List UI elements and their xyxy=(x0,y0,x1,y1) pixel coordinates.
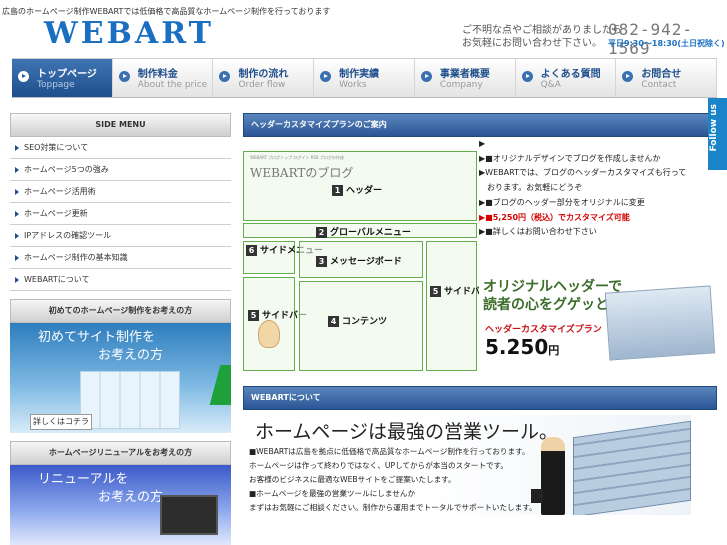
nav-label: よくある質問 xyxy=(540,69,601,80)
site-logo[interactable]: WEBART xyxy=(44,16,214,51)
diagram-content-area: 4 コンテンツ xyxy=(299,281,423,371)
sample-blog-screenshot xyxy=(604,285,716,361)
arrow-right-icon xyxy=(320,71,332,82)
arrow-right-icon xyxy=(521,71,533,82)
avatar-icon xyxy=(258,320,280,348)
global-nav: トップページ Toppage 制作料金 About the price 制作の流… xyxy=(12,58,718,98)
news-line: ▶ xyxy=(479,139,486,148)
section-heading-about: WEBARTについて xyxy=(243,386,717,410)
site-header: 広島のホームページ制作WEBARTでは低価格で高品質なホームページ制作を行ってお… xyxy=(0,0,727,58)
diagram-sidemenu-area: 6 サイドメニュー xyxy=(243,241,323,274)
sidebar-item-usage[interactable]: ホームページ活用術 xyxy=(10,181,231,203)
website-screens-collage xyxy=(573,420,691,515)
nav-label: 制作料金 xyxy=(137,69,178,80)
diagram-label-header: 1 ヘッダー xyxy=(332,183,382,196)
banner-first-heading: 初めてのホームページ制作をお考えの方 xyxy=(10,299,231,323)
nav-label: お問合せ xyxy=(641,69,682,80)
diagram-globalnav-area: 2 グローバルメニュー xyxy=(243,223,477,238)
nav-sublabel: Company xyxy=(439,80,483,90)
nav-item-toppage[interactable]: トップページ Toppage xyxy=(12,59,113,97)
banner-title: 初めてサイト制作を お考えの方 xyxy=(38,329,163,365)
about-body-text: ■WEBARTは広島を拠点に低価格で高品質なホームページ制作を行っております。 … xyxy=(249,445,539,515)
body-line: まずはお気軽にご相談ください。制作から運用までトータルでサポートいたします。 xyxy=(249,503,537,512)
nav-item-company[interactable]: 事業者概要 Company xyxy=(415,59,516,97)
news-line: ▶■オリジナルデザインでブログを作成しませんか xyxy=(479,153,661,163)
follow-us-label: Follow us xyxy=(709,104,719,152)
blog-title: WEBARTのブログ xyxy=(250,166,354,180)
news-line: ▶WEBARTでは、ブログのヘッダーカスタマイズも行って xyxy=(479,168,687,178)
nav-sublabel: Toppage xyxy=(37,80,75,90)
nav-label: 事業者概要 xyxy=(439,69,490,80)
business-hours: 平日9:30〜18:30(土日祝除く) xyxy=(608,39,725,48)
banner-title-line-2: お考えの方 xyxy=(98,348,164,363)
banner-first-site[interactable]: 初めてサイト制作を お考えの方 詳しくはコチラ xyxy=(10,323,231,433)
arrow-right-icon xyxy=(219,71,231,82)
body-line: ホームページは作って終わりではなく、UPしてからが本当のスタートです。 xyxy=(249,461,508,470)
diagram-label-globalnav: 2 グローバルメニュー xyxy=(316,225,411,238)
nav-item-flow[interactable]: 制作の流れ Order flow xyxy=(213,59,315,97)
diagram-message-area: 3 メッセージボード xyxy=(299,241,423,278)
arrow-right-icon xyxy=(118,71,130,82)
plan-news-list: ▶ ▶■オリジナルデザインでブログを作成しませんか ▶WEBARTでは、ブログの… xyxy=(479,137,717,240)
news-line: ▶■ブログのヘッダー部分をオリジナルに変更 xyxy=(479,197,645,207)
side-menu-heading: SIDE MENU xyxy=(10,113,231,137)
diagram-sidebar-right-area: 5 サイドバー xyxy=(426,241,489,371)
sidebar-item-strengths[interactable]: ホームページ5つの強み xyxy=(10,159,231,181)
hero-title: ホームページは最強の営業ツール。 xyxy=(255,421,559,443)
contact-line-2: お気軽にお問い合わせ下さい。 xyxy=(462,38,602,49)
nav-sublabel: Works xyxy=(339,80,367,90)
main-content: ヘッダーカスタマイズプランのご案内 WEBART ブログトップ ログイン RSS… xyxy=(243,113,717,515)
nav-item-contact[interactable]: お問合せ Contact xyxy=(616,59,718,97)
nav-label: 制作の流れ xyxy=(238,69,289,80)
nav-sublabel: Contact xyxy=(641,80,677,90)
blog-layout-diagram[interactable]: WEBART ブログトップ ログイン RSS ブログの作成 WEBARTのブログ… xyxy=(243,151,489,371)
diagram-header-area: WEBART ブログトップ ログイン RSS ブログの作成 WEBARTのブログ… xyxy=(243,151,477,221)
nav-sublabel: Q&A xyxy=(540,80,561,90)
nav-sublabel: About the price xyxy=(137,80,208,90)
news-line-price: ▶■5,250円（税込）でカスタマイズ可能 xyxy=(479,212,630,222)
nav-item-qa[interactable]: よくある質問 Q&A xyxy=(516,59,617,97)
news-line: ▶■詳しくはお問い合わせ下さい xyxy=(479,227,597,237)
nav-sublabel: Order flow xyxy=(238,80,286,90)
body-line: ■ホームページを最強の営業ツールにしませんか xyxy=(249,489,416,498)
arrow-right-icon xyxy=(18,71,29,82)
details-button[interactable]: 詳しくはコチラ xyxy=(30,414,92,430)
diagram-label-content: 4 コンテンツ xyxy=(328,314,387,327)
nav-label: トップページ xyxy=(37,69,97,80)
ad-subtitle: ヘッダーカスタマイズプラン xyxy=(485,325,602,335)
page: 広島のホームページ制作WEBARTでは低価格で高品質なホームページ制作を行ってお… xyxy=(0,0,727,545)
businessman-figure xyxy=(541,437,565,515)
section-heading-header-plan: ヘッダーカスタマイズプランのご案内 xyxy=(243,113,717,137)
sidebar-item-update[interactable]: ホームページ更新 xyxy=(10,203,231,225)
sidebar-item-ip-tool[interactable]: IPアドレスの確認ツール xyxy=(10,225,231,247)
monitor-icon xyxy=(160,495,218,535)
follow-us-tab[interactable]: Follow us xyxy=(708,98,727,170)
news-line: おります。お気軽にどうぞ xyxy=(479,183,583,193)
banner-title-line-2: お考えの方 xyxy=(98,490,164,505)
sidebar: SIDE MENU SEO対策について ホームページ5つの強み ホームページ活用… xyxy=(10,113,231,545)
header-plan-ad[interactable]: オリジナルヘッダーで 読者の心をグゲッと掴む!! ヘッダーカスタマイズプラン 5… xyxy=(479,275,717,363)
ad-price: 5.250円 xyxy=(485,335,560,359)
banner-title-line-1: リニューアルを xyxy=(38,472,129,487)
banner-renewal[interactable]: リニューアルを お考えの方 xyxy=(10,465,231,545)
sidebar-item-basics[interactable]: ホームページ制作の基本知識 xyxy=(10,247,231,269)
contact-text: ご不明な点やご相談がありましたら お気軽にお問い合わせ下さい。 xyxy=(462,24,622,50)
sidebar-item-seo[interactable]: SEO対策について xyxy=(10,137,231,159)
diagram-sidebar-left-area: 5 サイドバー xyxy=(243,277,307,371)
nav-label: 制作実績 xyxy=(339,69,380,80)
nav-item-price[interactable]: 制作料金 About the price xyxy=(113,59,214,97)
blog-breadcrumb: WEBART ブログトップ ログイン RSS ブログの作成 xyxy=(250,155,344,160)
body-line: ■WEBARTは広島を拠点に低価格で高品質なホームページ制作を行っております。 xyxy=(249,447,530,456)
banner-renewal-heading: ホームページリニューアルをお考えの方 xyxy=(10,441,231,465)
nav-item-works[interactable]: 制作実績 Works xyxy=(314,59,415,97)
body-line: お客様のビジネスに最適なWEBサイトをご提案いたします。 xyxy=(249,475,456,484)
banner-title: リニューアルを お考えの方 xyxy=(38,471,163,507)
diagram-label-message: 3 メッセージボード xyxy=(316,254,402,267)
contact-line-1: ご不明な点やご相談がありましたら xyxy=(462,25,622,36)
arrow-right-icon xyxy=(622,71,634,82)
screenshot-thumbnails xyxy=(80,371,180,429)
arrow-right-icon xyxy=(420,71,432,82)
sidebar-item-about[interactable]: WEBARTについて xyxy=(10,269,231,291)
banner-title-line-1: 初めてサイト制作を xyxy=(38,330,156,345)
